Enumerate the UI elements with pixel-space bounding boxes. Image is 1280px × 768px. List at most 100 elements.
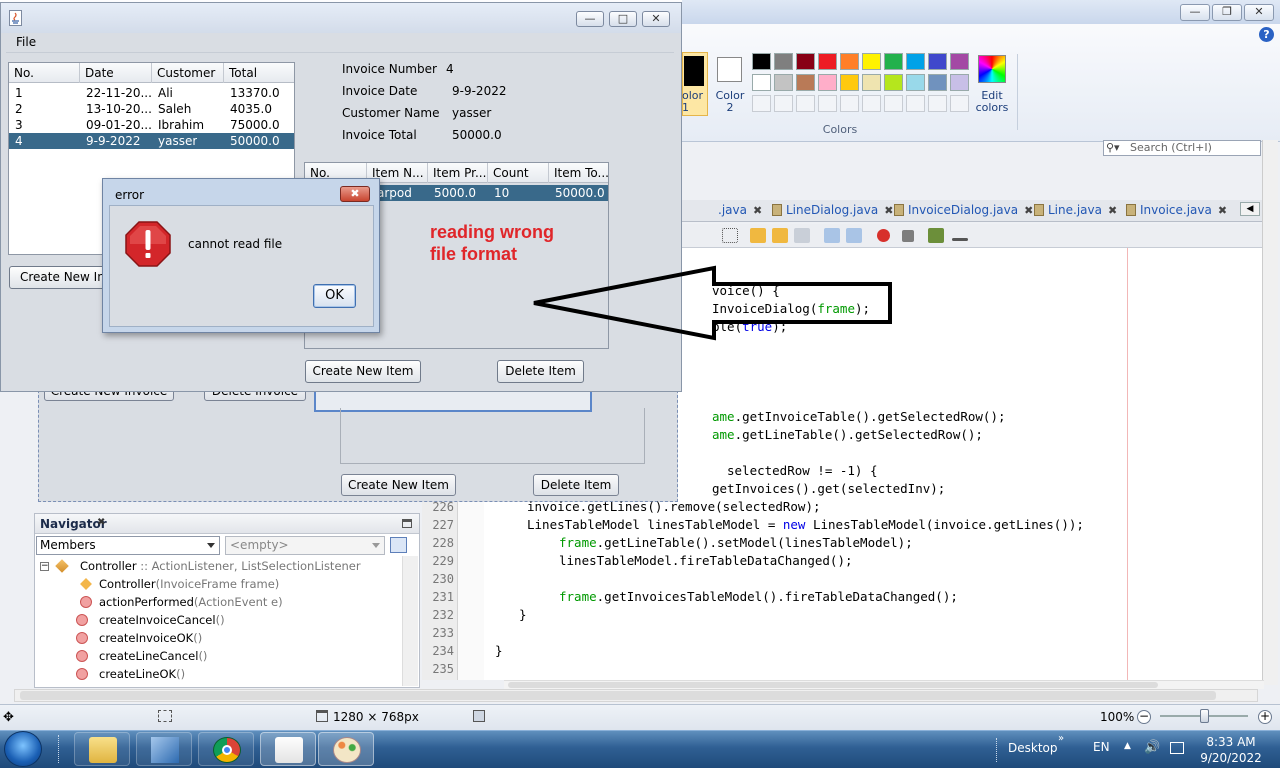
close-icon[interactable]: ✖ — [753, 204, 762, 217]
filter-dropdown[interactable]: <empty> — [225, 536, 385, 555]
palette-swatch[interactable] — [818, 53, 837, 70]
custom-color-slot[interactable] — [840, 95, 859, 112]
close-icon[interactable]: ✖ — [97, 517, 105, 528]
color2-swatch[interactable] — [717, 57, 742, 82]
table-row[interactable]: 3 09-01-20... Ibrahim 75000.0 — [9, 117, 294, 133]
tab-invoicedialog[interactable]: InvoiceDialog.java ✖ — [890, 200, 1033, 221]
palette-swatch[interactable] — [840, 74, 859, 91]
toggle-highlight-icon[interactable] — [794, 228, 810, 243]
record-macro-icon[interactable] — [877, 229, 890, 242]
find-next-icon[interactable] — [772, 228, 788, 243]
close-icon[interactable]: ✖ — [1218, 204, 1227, 217]
delete-item-button[interactable]: Delete Item — [497, 360, 584, 383]
show-hidden-icons-icon[interactable]: ▲ — [1124, 741, 1131, 751]
custom-color-slot[interactable] — [862, 95, 881, 112]
shift-right-icon[interactable] — [846, 228, 862, 243]
volume-icon[interactable]: 🔊 — [1144, 740, 1160, 755]
table-row[interactable]: 2 13-10-20... Saleh 4035.0 — [9, 101, 294, 117]
paint-close-button[interactable]: ✕ — [1244, 4, 1274, 21]
palette-swatch[interactable] — [950, 74, 969, 91]
minimize-button[interactable]: — — [576, 11, 604, 27]
find-previous-icon[interactable] — [750, 228, 766, 243]
column-header[interactable]: Total — [224, 63, 296, 83]
zoom-out-button[interactable]: − — [1137, 710, 1151, 724]
filter-icon[interactable] — [390, 537, 407, 553]
zoom-in-button[interactable]: + — [1258, 710, 1272, 724]
ok-button[interactable]: OK — [313, 284, 356, 308]
taskbar-java-app[interactable] — [260, 732, 316, 766]
palette-swatch[interactable] — [774, 74, 793, 91]
tab-linedialog[interactable]: LineDialog.java ✖ — [768, 200, 893, 221]
taskbar-paint[interactable] — [318, 732, 374, 766]
paint-restore-button[interactable]: ❐ — [1212, 4, 1242, 21]
editor-scroll-thumb[interactable] — [508, 682, 1158, 688]
chevron-right-icon[interactable]: » — [1058, 733, 1064, 744]
ide-search-input[interactable]: Search (Ctrl+I) — [1103, 140, 1261, 156]
tab-line[interactable]: Line.java ✖ — [1030, 200, 1117, 221]
palette-swatch[interactable] — [884, 53, 903, 70]
menu-file[interactable]: File — [16, 35, 36, 49]
palette-swatch[interactable] — [774, 53, 793, 70]
start-button[interactable] — [4, 731, 42, 767]
palette-swatch[interactable] — [840, 53, 859, 70]
table-row[interactable]: 1 22-11-20... Ali 13370.0 — [9, 85, 294, 101]
tab-scroll-left-button[interactable]: ◀ — [1240, 202, 1260, 216]
language-indicator[interactable]: EN — [1093, 740, 1110, 754]
custom-color-slot[interactable] — [796, 95, 815, 112]
collapse-icon[interactable]: − — [40, 562, 49, 571]
bg-create-item-button[interactable]: Create New Item — [341, 474, 456, 496]
column-header[interactable]: Date — [80, 63, 152, 83]
editor-vertical-scrollbar[interactable] — [1262, 140, 1278, 685]
palette-swatch[interactable] — [928, 53, 947, 70]
table-row-selected[interactable]: 4 9-9-2022 yasser 50000.0 — [9, 133, 294, 149]
taskbar-explorer[interactable] — [74, 732, 130, 766]
stop-macro-icon[interactable] — [902, 230, 914, 242]
palette-swatch[interactable] — [796, 74, 815, 91]
close-button[interactable]: ✕ — [642, 11, 670, 27]
create-invoice-button[interactable]: Create New Inv — [9, 266, 109, 289]
close-icon[interactable]: ✖ — [1108, 204, 1117, 217]
maximize-button[interactable]: □ — [609, 11, 637, 27]
error-dialog-close-button[interactable]: ✖ — [340, 186, 370, 202]
custom-color-slot[interactable] — [906, 95, 925, 112]
tab-controller[interactable]: .java ✖ — [714, 200, 762, 221]
custom-color-slot[interactable] — [774, 95, 793, 112]
comment-icon[interactable] — [928, 228, 944, 243]
column-header[interactable]: No. — [9, 63, 80, 83]
custom-color-slot[interactable] — [752, 95, 771, 112]
column-header[interactable]: Item To... — [549, 163, 610, 183]
clock[interactable]: 8:33 AM 9/20/2022 — [1196, 734, 1266, 766]
custom-color-slot[interactable] — [950, 95, 969, 112]
tab-invoice[interactable]: Invoice.java ✖ — [1122, 200, 1227, 221]
palette-swatch[interactable] — [950, 53, 969, 70]
taskbar-virtualbox[interactable] — [136, 732, 192, 766]
help-icon[interactable]: ? — [1259, 27, 1274, 42]
palette-swatch[interactable] — [818, 74, 837, 91]
network-icon[interactable] — [1170, 742, 1184, 754]
select-icon[interactable] — [722, 228, 738, 243]
custom-color-slot[interactable] — [928, 95, 947, 112]
column-header[interactable]: Count — [488, 163, 549, 183]
palette-swatch[interactable] — [796, 53, 815, 70]
bg-delete-item-button[interactable]: Delete Item — [533, 474, 619, 496]
custom-color-slot[interactable] — [818, 95, 837, 112]
shift-left-icon[interactable] — [824, 228, 840, 243]
palette-swatch[interactable] — [752, 53, 771, 70]
minimize-icon[interactable] — [402, 519, 412, 528]
palette-swatch[interactable] — [752, 74, 771, 91]
custom-color-slot[interactable] — [884, 95, 903, 112]
column-header[interactable]: Customer — [152, 63, 224, 83]
navigator-scrollbar[interactable] — [402, 556, 418, 686]
palette-swatch[interactable] — [862, 74, 881, 91]
ide-scroll-thumb[interactable] — [20, 691, 1216, 700]
create-item-button[interactable]: Create New Item — [305, 360, 421, 383]
palette-swatch[interactable] — [928, 74, 947, 91]
paint-minimize-button[interactable]: — — [1180, 4, 1210, 21]
uncomment-icon[interactable] — [952, 238, 968, 241]
members-dropdown[interactable]: Members — [36, 536, 220, 555]
palette-swatch[interactable] — [906, 74, 925, 91]
palette-swatch[interactable] — [906, 53, 925, 70]
column-header[interactable]: Item Pr... — [428, 163, 488, 183]
palette-swatch[interactable] — [884, 74, 903, 91]
edit-colors-icon[interactable] — [978, 55, 1006, 83]
